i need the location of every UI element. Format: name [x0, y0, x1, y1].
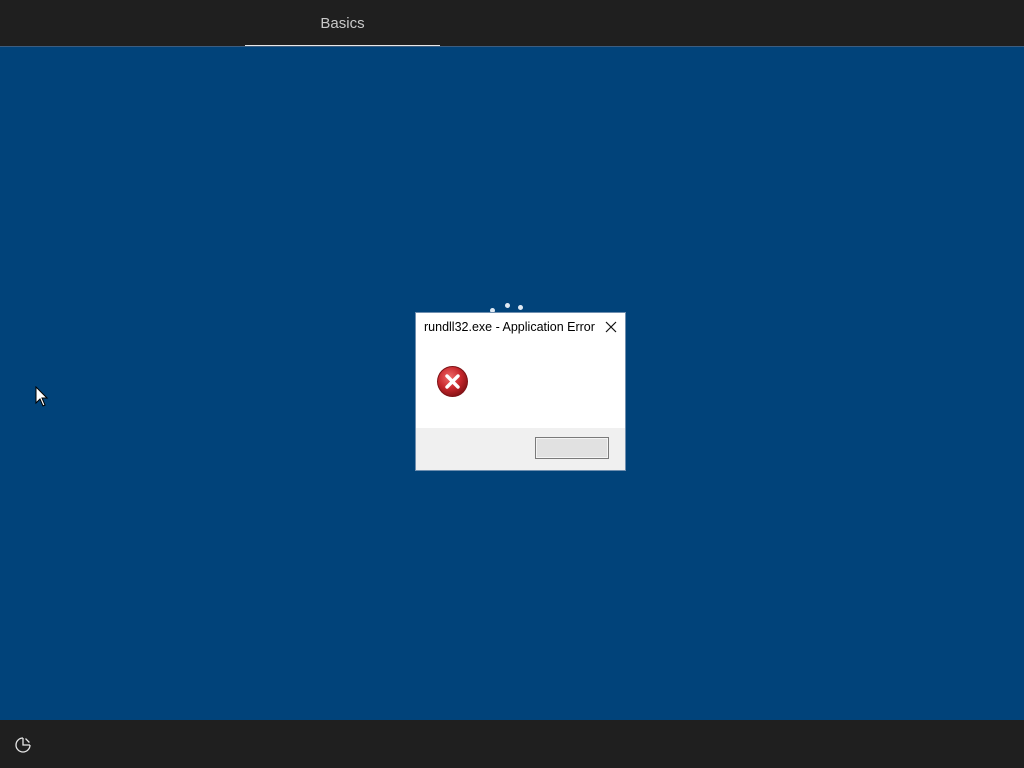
- dialog-title: rundll32.exe - Application Error: [424, 320, 595, 334]
- close-icon: [605, 321, 617, 333]
- bottom-bar: [0, 720, 1024, 768]
- mouse-cursor-icon: [35, 386, 49, 407]
- tab-basics: Basics: [320, 14, 365, 32]
- oobe-screen: Basics rundll32.exe - Application Error: [0, 0, 1024, 768]
- ok-button[interactable]: [535, 437, 609, 459]
- divider: [0, 46, 1024, 47]
- close-button[interactable]: [600, 316, 622, 338]
- application-error-dialog: rundll32.exe - Application Error: [416, 313, 625, 470]
- top-bar: Basics: [0, 0, 1024, 47]
- dialog-footer: [416, 428, 625, 470]
- error-icon: [437, 366, 468, 397]
- accessibility-icon[interactable]: [13, 735, 33, 755]
